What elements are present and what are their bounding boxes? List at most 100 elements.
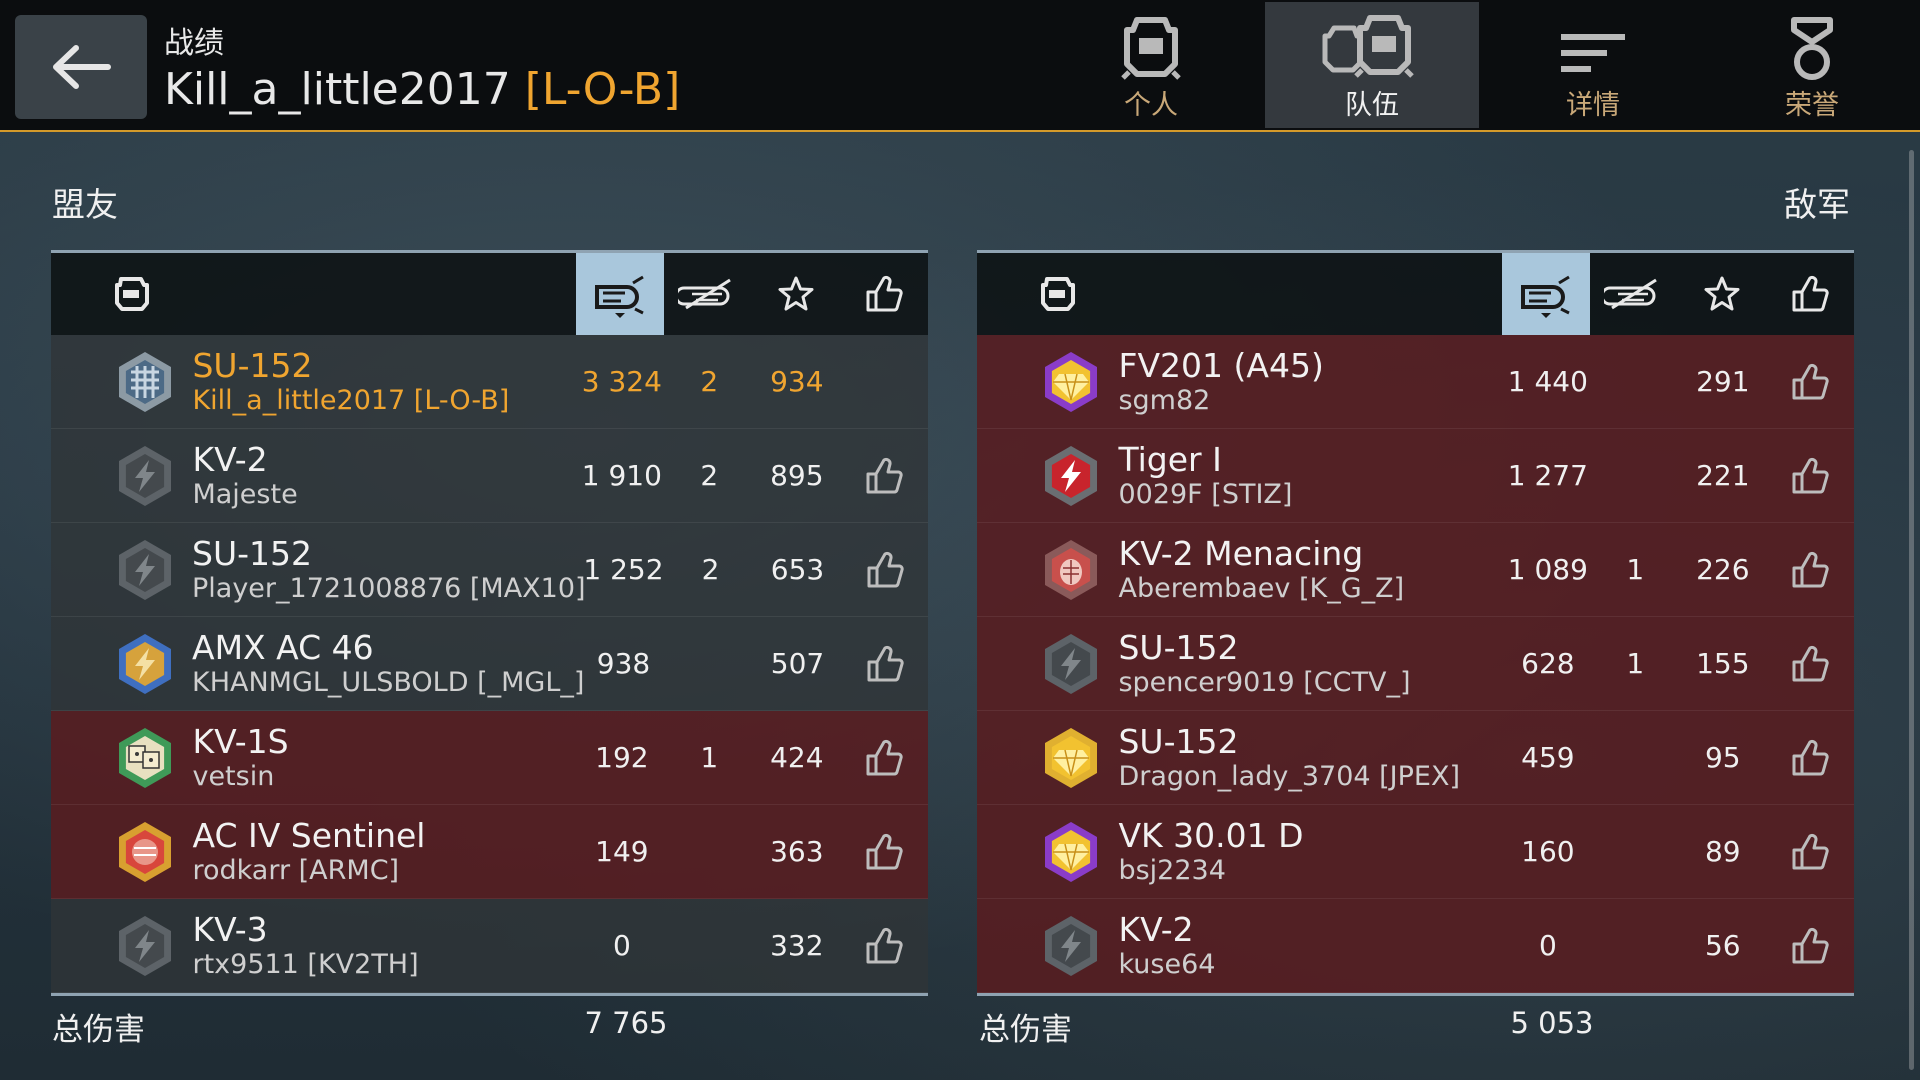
rank-badge [101, 538, 188, 602]
like-button[interactable] [841, 456, 928, 496]
player-name: KHANMGL_ULSBOLD [_MGL_] [192, 666, 585, 698]
kills-column-header[interactable] [1590, 253, 1678, 335]
like-button[interactable] [1767, 644, 1854, 684]
tank-name: KV-2 Menacing [1118, 533, 1364, 573]
rank-badge-icon [1044, 821, 1097, 882]
scrollbar[interactable] [1909, 150, 1914, 1070]
damage-column-header[interactable] [576, 253, 665, 335]
tab-personal-label: 个人 [1124, 90, 1178, 121]
rank-badge-icon [1044, 539, 1097, 600]
player-info: KV-2 Majeste [188, 439, 578, 511]
rank-badge-icon [118, 633, 171, 694]
thumbs-up-icon [866, 275, 903, 312]
thumbs-up-icon [1792, 645, 1829, 681]
like-button[interactable] [1767, 738, 1854, 778]
back-button[interactable] [15, 15, 147, 119]
player-info: KV-1S vetsin [188, 722, 578, 793]
xp-value: 89 [1704, 835, 1741, 868]
damage-column-header[interactable] [1502, 253, 1591, 335]
player-row[interactable]: VK 30.01 D bsj2234 160 89 [977, 805, 1854, 899]
tank-name: VK 30.01 D [1118, 815, 1304, 855]
player-info: KV-2 kuse64 [1114, 910, 1504, 981]
rank-badge-icon [1044, 445, 1097, 506]
player-info: KV-3 rtx9511 [KV2TH] [188, 909, 578, 981]
xp-column-header[interactable] [752, 253, 840, 335]
xp-column-header[interactable] [1678, 253, 1766, 335]
player-row[interactable]: SU-152 spencer9019 [CCTV_] 628 1 155 [977, 617, 1854, 711]
player-row[interactable]: KV-2 Majeste 1 910 2 895 [51, 429, 928, 523]
like-button[interactable] [841, 644, 928, 684]
player-row[interactable]: FV201 (A45) sgm82 1 440 291 [977, 335, 1854, 429]
likes-column-header[interactable] [1766, 253, 1854, 335]
like-button[interactable] [1767, 362, 1854, 402]
player-title: Kill_a_little2017 [L-O-B] [164, 62, 680, 118]
like-button[interactable] [1767, 926, 1854, 966]
vehicle-column-header[interactable] [977, 253, 1502, 335]
like-button[interactable] [841, 832, 928, 872]
thumbs-up-icon [867, 551, 904, 587]
top-bar: 战绩 Kill_a_little2017 [L-O-B] 个人 队伍 详情 荣誉 [0, 0, 1920, 132]
thumbs-up-icon [866, 833, 903, 869]
tab-details[interactable]: 详情 [1486, 0, 1700, 128]
player-row[interactable]: AMX AC 46 KHANMGL_ULSBOLD [_MGL_] 938 50… [51, 617, 928, 711]
like-button[interactable] [841, 550, 928, 590]
thumbs-up-icon [1792, 739, 1829, 775]
player-name: vetsin [192, 760, 275, 792]
rank-badge [1027, 820, 1114, 884]
likes-column-header[interactable] [840, 253, 928, 335]
player-row[interactable]: AC IV Sentinel rodkarr [ARMC] 149 363 [51, 805, 928, 899]
xp-value: 895 [770, 459, 824, 492]
tab-personal[interactable]: 个人 [1044, 0, 1258, 128]
player-row[interactable]: KV-2 kuse64 0 56 [977, 899, 1854, 993]
like-button[interactable] [1767, 832, 1854, 872]
tank-name: Tiger I [1118, 439, 1222, 479]
rank-badge [101, 820, 188, 884]
vehicle-column-header[interactable] [51, 253, 576, 335]
player-name: Aberembaev [K_G_Z] [1118, 572, 1405, 604]
rank-badge-icon [1044, 915, 1097, 976]
player-row[interactable]: KV-3 rtx9511 [KV2TH] 0 332 [51, 899, 928, 993]
enemies-title: 敌军 [1784, 185, 1850, 224]
tank-name: SU-152 [192, 345, 313, 385]
rank-badge [101, 726, 188, 790]
player-row[interactable]: SU-152 Dragon_lady_3704 [JPEX] 459 95 [977, 711, 1854, 805]
player-row[interactable]: KV-2 Menacing Aberembaev [K_G_Z] 1 089 1… [977, 523, 1854, 617]
enemies-table-header [977, 250, 1854, 335]
rank-badge-icon [118, 727, 171, 788]
thumbs-up-icon [866, 739, 903, 775]
rank-badge [101, 350, 188, 414]
rank-badge-icon [118, 445, 171, 506]
player-info: Tiger I 0029F [STIZ] [1114, 439, 1504, 511]
player-row[interactable]: SU-152 Player_1721008876 [MAX10] 1 252 2… [51, 523, 928, 617]
like-button[interactable] [841, 926, 928, 966]
page-subtitle: 战绩 [164, 26, 224, 61]
xp-value: 291 [1696, 365, 1750, 398]
player-name: Kill_a_little2017 [164, 64, 511, 115]
thumbs-up-icon [1792, 275, 1829, 312]
like-button[interactable] [1767, 550, 1854, 590]
tab-team[interactable]: 队伍 [1265, 2, 1479, 128]
player-row[interactable]: Tiger I 0029F [STIZ] 1 277 221 [977, 429, 1854, 523]
like-button[interactable] [1767, 456, 1854, 496]
details-lines-icon [1561, 34, 1625, 72]
tank-name: KV-2 [192, 439, 268, 479]
kills-column-header[interactable] [664, 253, 752, 335]
rank-badge-icon [118, 351, 171, 412]
damage-value: 0 [1538, 929, 1557, 962]
kills-value: 1 [1626, 553, 1645, 586]
enemies-table: FV201 (A45) sgm82 1 440 291 Tiger I 0029… [977, 250, 1854, 996]
player-info: AC IV Sentinel rodkarr [ARMC] [188, 816, 578, 887]
allies-total-damage: 7 765 [584, 1006, 668, 1040]
tab-honors[interactable]: 荣誉 [1705, 0, 1919, 128]
allies-table-bottom-border [51, 993, 928, 996]
rank-badge-icon [118, 539, 171, 600]
rank-badge [1027, 444, 1114, 508]
xp-value: 95 [1704, 741, 1741, 774]
player-row[interactable]: KV-1S vetsin 192 1 424 [51, 711, 928, 805]
like-button[interactable] [841, 738, 928, 778]
xp-value: 653 [770, 553, 825, 586]
tank-name: KV-3 [192, 909, 268, 949]
damage-value: 1 440 [1507, 365, 1588, 398]
player-row[interactable]: SU-152 Kill_a_little2017 [L-O-B] 3 324 2… [51, 335, 928, 429]
thumbs-up-icon [1792, 363, 1829, 399]
